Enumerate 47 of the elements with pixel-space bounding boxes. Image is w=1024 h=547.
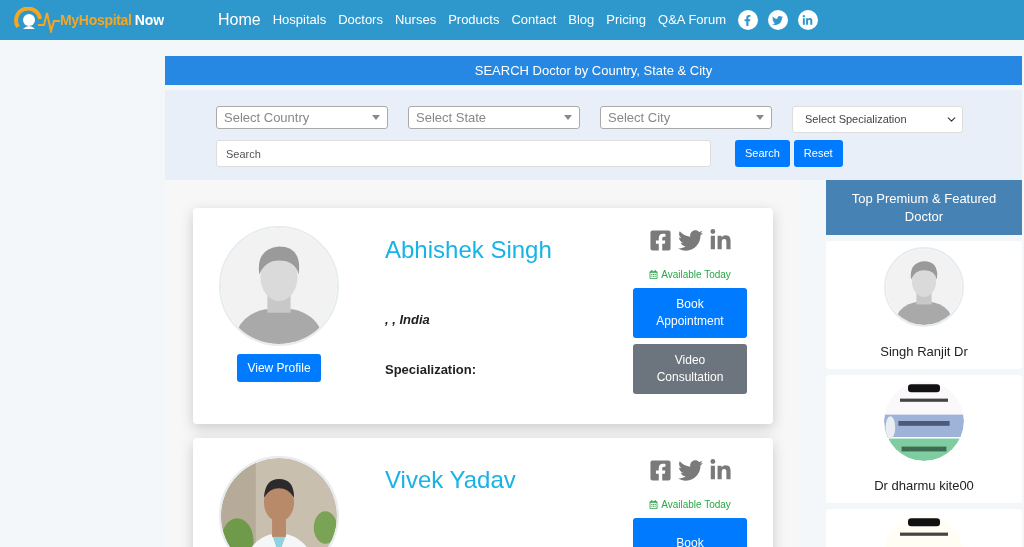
specialization-label: Specialization: (385, 360, 478, 379)
nav-link[interactable]: Blog (568, 10, 595, 30)
specialization-select[interactable]: Select Specialization (792, 106, 963, 133)
doctor-location: , , India (385, 311, 431, 329)
featured-doctor-name: Singh Ranjit Dr (880, 343, 968, 361)
nav-link[interactable]: Nurses (394, 10, 437, 30)
calendar-icon (649, 270, 659, 279)
logo-icon (14, 7, 60, 33)
nav-link[interactable]: Home (218, 8, 261, 32)
avatar-icon (884, 247, 964, 327)
twitter-icon[interactable] (677, 458, 703, 483)
book-appointment-button[interactable]: Book Appointment (633, 288, 747, 338)
logo-suffix[interactable]: Now (134, 9, 165, 31)
linkedin-icon[interactable] (708, 459, 732, 482)
nav-link[interactable]: Hospitals (272, 10, 327, 30)
select-dropdown[interactable]: Select State (408, 106, 580, 129)
reset-button[interactable]: Reset (793, 140, 843, 167)
twitter-icon[interactable] (677, 228, 703, 253)
nav-link[interactable]: Doctors (338, 10, 383, 30)
sidebar-title: Top Premium & Featured Doctor (826, 180, 1022, 235)
nav-link[interactable]: Contact (511, 10, 557, 30)
linkedin-icon[interactable] (797, 10, 818, 30)
nav-link[interactable]: Q&A Forum (658, 10, 726, 30)
availability-text: Available Today (661, 268, 731, 282)
search-field[interactable]: Search (216, 140, 711, 167)
avatar-icon (219, 226, 339, 346)
featured-doctor-name: Dr dharmu kite00 (874, 477, 974, 495)
featured-doctor-card[interactable]: Dr dharmu kite00 (826, 375, 1022, 503)
availability-text: Available Today (661, 498, 731, 512)
facebook-icon[interactable] (648, 459, 672, 482)
nav-link[interactable]: Products (448, 10, 500, 30)
select-dropdown[interactable]: Select Country (216, 106, 388, 129)
view-profile-button[interactable]: View Profile (237, 354, 321, 382)
video-consultation-button[interactable]: Video Consultation (633, 344, 747, 394)
doctor-name[interactable]: Abhishek Singh (385, 234, 633, 266)
facebook-icon[interactable] (737, 10, 758, 30)
facebook-icon[interactable] (648, 229, 672, 252)
nav-link[interactable]: Pricing (606, 10, 647, 30)
twitter-icon[interactable] (767, 10, 788, 30)
featured-doctor-card[interactable]: Singh Ranjit Dr (826, 241, 1022, 369)
calendar-icon (649, 500, 659, 509)
search-button[interactable]: Search (735, 140, 790, 167)
doctor-name[interactable]: Vivek Yadav (385, 464, 633, 496)
linkedin-icon[interactable] (708, 229, 732, 252)
select-dropdown[interactable]: Select City (600, 106, 772, 129)
book-appointment-button[interactable]: Book (633, 518, 747, 547)
search-panel-title: SEARCH Doctor by Country, State & City (165, 56, 1022, 85)
